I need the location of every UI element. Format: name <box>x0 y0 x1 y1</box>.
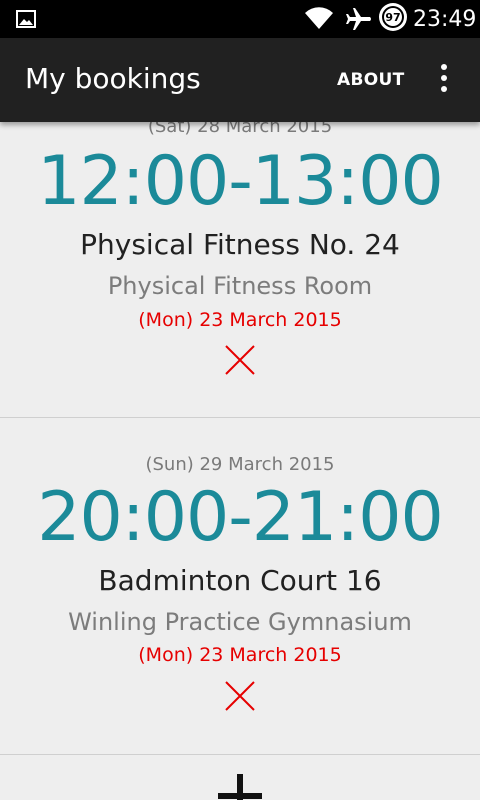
booking-activity: Physical Fitness No. 24 <box>80 228 400 261</box>
overflow-menu-icon[interactable] <box>436 64 452 98</box>
about-button[interactable]: ABOUT <box>337 70 404 90</box>
booking-venue: Winling Practice Gymnasium <box>68 608 412 636</box>
cancel-booking-icon[interactable] <box>224 344 256 376</box>
battery-icon: 97 <box>382 6 404 28</box>
status-bar: 97 23:49 <box>0 0 480 38</box>
status-clock: 23:49 <box>413 7 477 32</box>
airplane-icon <box>346 8 371 30</box>
booking-made-date: (Mon) 23 March 2015 <box>138 644 342 666</box>
booking-activity: Badminton Court 16 <box>98 564 382 597</box>
image-notification-icon <box>16 10 36 28</box>
page-title: My bookings <box>25 62 201 95</box>
wifi-icon <box>305 7 333 29</box>
bookings-list[interactable]: (Sat) 28 March 2015 12:00-13:00 Physical… <box>0 122 480 800</box>
divider <box>0 754 480 755</box>
booking-time: 20:00-21:00 <box>37 478 443 557</box>
cancel-booking-icon[interactable] <box>224 680 256 712</box>
booking-time: 12:00-13:00 <box>37 142 443 221</box>
booking-date: (Sat) 28 March 2015 <box>147 122 333 137</box>
booking-card: (Sun) 29 March 2015 20:00-21:00 Badminto… <box>0 418 480 754</box>
booking-made-date: (Mon) 23 March 2015 <box>138 309 342 331</box>
booking-venue: Physical Fitness Room <box>107 272 373 300</box>
booking-card: (Sat) 28 March 2015 12:00-13:00 Physical… <box>0 122 480 418</box>
add-booking-icon[interactable] <box>216 772 264 800</box>
app-bar: My bookings ABOUT <box>0 38 480 122</box>
booking-date: (Sun) 29 March 2015 <box>145 454 335 475</box>
